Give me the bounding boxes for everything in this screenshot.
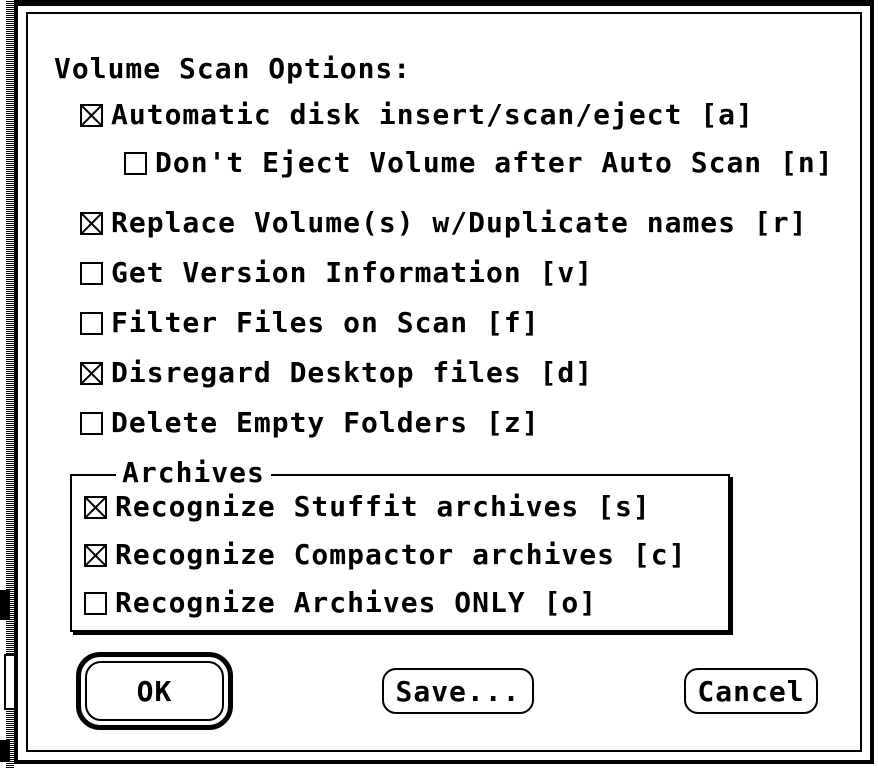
checkbox-label: Recognize Compactor archives [c] (115, 538, 687, 571)
checkbox-box[interactable] (84, 591, 107, 615)
checkbox-box[interactable] (80, 211, 103, 235)
checkbox-dont-eject-volume[interactable]: Don't Eject Volume after Auto Scan [n] (124, 146, 834, 180)
checkbox-recognize-archives-only[interactable]: Recognize Archives ONLY [o] (84, 586, 597, 620)
checkmark-x-icon (86, 497, 105, 517)
background-window-edge-mask (0, 0, 6, 768)
ok-button[interactable]: OK (85, 661, 224, 721)
checkbox-auto-insert-scan-eject[interactable]: Automatic disk insert/scan/eject [a] (80, 98, 754, 132)
checkbox-box[interactable] (80, 261, 103, 285)
checkbox-replace-duplicate-volumes[interactable]: Replace Volume(s) w/Duplicate names [r] (80, 206, 807, 240)
save-button[interactable]: Save... (382, 668, 534, 714)
checkbox-label: Recognize Stuffit archives [s] (115, 490, 651, 523)
dialog-title: Volume Scan Options: (54, 52, 412, 85)
checkbox-box[interactable] (80, 311, 103, 335)
background-window-mark (0, 740, 10, 762)
cancel-button[interactable]: Cancel (684, 668, 818, 714)
checkbox-label: Delete Empty Folders [z] (111, 406, 540, 439)
checkmark-x-icon (86, 545, 105, 565)
checkbox-filter-files-on-scan[interactable]: Filter Files on Scan [f] (80, 306, 540, 340)
checkbox-box[interactable] (80, 361, 103, 385)
checkbox-box[interactable] (80, 411, 103, 435)
checkbox-label: Replace Volume(s) w/Duplicate names [r] (111, 206, 808, 239)
checkbox-label: Don't Eject Volume after Auto Scan [n] (155, 146, 834, 179)
checkbox-label: Recognize Archives ONLY [o] (115, 586, 598, 619)
checkbox-recognize-stuffit[interactable]: Recognize Stuffit archives [s] (84, 490, 651, 524)
checkbox-box[interactable] (124, 151, 147, 175)
checkbox-delete-empty-folders[interactable]: Delete Empty Folders [z] (80, 406, 540, 440)
checkbox-box[interactable] (80, 103, 103, 127)
checkbox-label: Filter Files on Scan [f] (111, 306, 540, 339)
background-window-mark (0, 590, 10, 620)
checkmark-x-icon (82, 105, 101, 125)
checkbox-get-version-information[interactable]: Get Version Information [v] (80, 256, 593, 290)
checkbox-label: Automatic disk insert/scan/eject [a] (111, 98, 754, 131)
checkmark-x-icon (82, 213, 101, 233)
checkmark-x-icon (82, 363, 101, 383)
archives-group-title: Archives (116, 456, 271, 490)
checkbox-disregard-desktop-files[interactable]: Disregard Desktop files [d] (80, 356, 593, 390)
checkbox-recognize-compactor[interactable]: Recognize Compactor archives [c] (84, 538, 686, 572)
checkbox-box[interactable] (84, 495, 107, 519)
checkbox-label: Get Version Information [v] (111, 256, 594, 289)
checkbox-box[interactable] (84, 543, 107, 567)
checkbox-label: Disregard Desktop files [d] (111, 356, 594, 389)
